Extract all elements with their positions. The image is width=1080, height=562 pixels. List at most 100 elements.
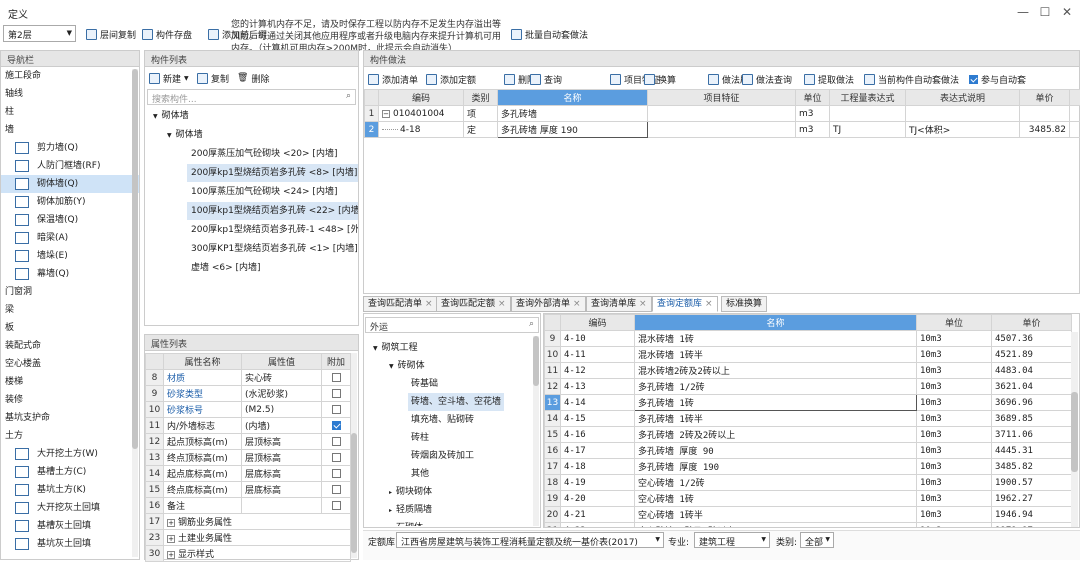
library-select[interactable]: 江西省房屋建筑与装饰工程消耗量定额及统一基价表(2017)▼ — [396, 532, 664, 548]
nav-item[interactable]: 暗梁(A) — [1, 229, 139, 247]
quota-price[interactable]: 3711.06 — [992, 427, 1072, 443]
quota-unit[interactable]: 10m3 — [917, 427, 992, 443]
quota-tree-item[interactable]: ▸石砌体 — [386, 519, 426, 526]
collapse-minus-icon[interactable]: − — [382, 110, 390, 118]
quota-code[interactable]: 4-10 — [561, 331, 635, 347]
copy-component-button[interactable]: 复制 — [197, 71, 229, 85]
nav-item[interactable]: 基坑灰土回填 — [1, 535, 139, 553]
method-row[interactable]: 1−010401004项多孔砖墙m3 — [365, 106, 1080, 122]
quota-code[interactable]: 4-13 — [561, 379, 635, 395]
nav-item[interactable]: 大开挖灰土回填 — [1, 499, 139, 517]
close-icon[interactable]: × — [705, 299, 713, 309]
quota-code[interactable]: 4-11 — [561, 347, 635, 363]
component-tree-item[interactable]: 虚墙 <6> [内墙] — [187, 259, 358, 277]
quota-price[interactable]: 1900.57 — [992, 475, 1072, 491]
quota-price[interactable]: 1979.17 — [992, 523, 1072, 529]
close-icon[interactable]: × — [639, 299, 647, 309]
quota-unit[interactable]: 10m3 — [917, 347, 992, 363]
expand-plus-icon[interactable]: + — [167, 535, 175, 543]
method-name[interactable]: 多孔砖墙 厚度 190 — [498, 122, 648, 138]
component-tree-item[interactable]: 100厚kp1型烧结页岩多孔砖 <22> [内墙] — [187, 202, 358, 220]
quota-unit[interactable]: 10m3 — [917, 491, 992, 507]
major-select[interactable]: 建筑工程▼ — [694, 532, 770, 548]
method-price[interactable] — [1020, 106, 1070, 122]
chevron-down-icon[interactable]: ▼ — [153, 113, 158, 120]
method-toolbar-button[interactable]: 提取做法 — [804, 72, 854, 86]
extra-checkbox[interactable] — [332, 421, 341, 430]
quota-name[interactable]: 多孔砖墙 1/2砖 — [635, 379, 917, 395]
extra-checkbox[interactable] — [332, 437, 341, 446]
component-tree-item[interactable]: 300厚KP1型烧结页岩多孔砖 <1> [内墙] — [187, 240, 358, 258]
method-cat[interactable]: 项 — [464, 106, 498, 122]
nav-item[interactable]: 门窗洞 — [1, 283, 139, 301]
nav-scroll-thumb[interactable] — [132, 69, 138, 449]
nav-item[interactable]: 装修 — [1, 391, 139, 409]
lower-tab[interactable]: 查询外部清单× — [511, 296, 586, 312]
quota-row[interactable]: 154-16多孔砖墙 2砖及2砖以上10m33711.06 — [545, 427, 1072, 443]
lower-tab[interactable]: 查询清单库× — [586, 296, 652, 312]
quota-row[interactable]: 214-22空心砖墙 2砖及2砖以上10m31979.17 — [545, 523, 1072, 529]
quota-name[interactable]: 混水砖墙2砖及2砖以上 — [635, 363, 917, 379]
quota-name[interactable]: 空心砖墙 1/2砖 — [635, 475, 917, 491]
method-toolbar-button[interactable]: 添加定额 — [426, 72, 476, 86]
quota-tree-item[interactable]: 砖基础 — [408, 375, 441, 393]
chevron-right-icon[interactable]: ▸ — [389, 525, 392, 526]
method-desc[interactable] — [906, 106, 1020, 122]
new-component-button[interactable]: 新建▼ — [149, 71, 189, 85]
quota-unit[interactable]: 10m3 — [917, 395, 992, 411]
nav-item[interactable]: 梁 — [1, 301, 139, 319]
nav-item[interactable]: 土方 — [1, 427, 139, 445]
property-value[interactable]: (水泥砂浆) — [242, 386, 322, 402]
nav-item[interactable]: 保温墙(Q) — [1, 211, 139, 229]
method-code-cell[interactable]: −010401004 — [379, 106, 464, 122]
nav-item[interactable]: 砌体墙(Q) — [1, 175, 139, 193]
quota-row[interactable]: 204-21空心砖墙 1砖半10m31946.94 — [545, 507, 1072, 523]
quota-row[interactable]: 184-19空心砖墙 1/2砖10m31900.57 — [545, 475, 1072, 491]
component-tree-item[interactable]: 200厚kp1型烧结页岩多孔砖-1 <48> [外墙] — [187, 221, 358, 239]
nav-item[interactable]: 基槽灰土回填 — [1, 517, 139, 535]
delete-component-button[interactable]: 🗑删除 — [237, 71, 269, 85]
component-save-button[interactable]: 构件存盘 — [142, 27, 192, 41]
property-row[interactable]: 16备注 — [146, 498, 351, 514]
quota-tree-item[interactable]: ▼砌筑工程 — [370, 339, 421, 357]
checkbox-icon[interactable] — [969, 75, 978, 84]
quota-unit[interactable]: 10m3 — [917, 331, 992, 347]
close-icon[interactable]: × — [573, 299, 581, 309]
nav-item[interactable]: 砌体加筋(Y) — [1, 193, 139, 211]
quota-row[interactable]: 194-20空心砖墙 1砖10m31962.27 — [545, 491, 1072, 507]
quota-code[interactable]: 4-20 — [561, 491, 635, 507]
component-tree-item[interactable]: ▼砌体墙 — [149, 107, 358, 125]
quota-tree-item[interactable]: 填充墙、贴砌砖 — [408, 411, 477, 429]
method-toolbar-button[interactable]: 参与自动套 — [969, 72, 1026, 86]
quota-code[interactable]: 4-21 — [561, 507, 635, 523]
property-row[interactable]: 11内/外墙标志(内墙) — [146, 418, 351, 434]
nav-item[interactable]: 人防门框墙(RF) — [1, 157, 139, 175]
quota-unit[interactable]: 10m3 — [917, 411, 992, 427]
extra-checkbox[interactable] — [332, 373, 341, 382]
nav-item[interactable]: 基槽土方(C) — [1, 463, 139, 481]
floor-copy-button[interactable]: 层间复制 — [86, 27, 136, 41]
quota-code[interactable]: 4-12 — [561, 363, 635, 379]
method-code-cell[interactable]: 4-18 — [379, 122, 464, 138]
extra-checkbox[interactable] — [332, 389, 341, 398]
method-toolbar-button[interactable]: 添加清单 — [368, 72, 418, 86]
property-value[interactable]: (M2.5) — [242, 402, 322, 418]
quota-code[interactable]: 4-17 — [561, 443, 635, 459]
quota-code[interactable]: 4-19 — [561, 475, 635, 491]
nav-item[interactable]: 柱 — [1, 103, 139, 121]
nav-item[interactable]: 基坑土方(K) — [1, 481, 139, 499]
quota-name[interactable]: 多孔砖墙 厚度 190 — [635, 459, 917, 475]
quota-tree-scroll-thumb[interactable] — [533, 336, 539, 386]
lower-tab[interactable]: 查询定额库× — [652, 296, 718, 312]
close-icon[interactable]: × — [425, 299, 433, 309]
component-tree-item[interactable]: 200厚蒸压加气砼砌块 <20> [内墙] — [187, 145, 358, 163]
quota-price[interactable]: 3485.82 — [992, 459, 1072, 475]
quota-name[interactable]: 混水砖墙 1砖 — [635, 331, 917, 347]
quota-code[interactable]: 4-15 — [561, 411, 635, 427]
quota-name[interactable]: 多孔砖墙 1砖半 — [635, 411, 917, 427]
chevron-down-icon[interactable]: ▼ — [373, 345, 378, 352]
property-row[interactable]: 14起点底标高(m)层底标高 — [146, 466, 351, 482]
property-row[interactable]: 10砂浆标号(M2.5) — [146, 402, 351, 418]
quota-price[interactable]: 1946.94 — [992, 507, 1072, 523]
quota-name[interactable]: 混水砖墙 1砖半 — [635, 347, 917, 363]
